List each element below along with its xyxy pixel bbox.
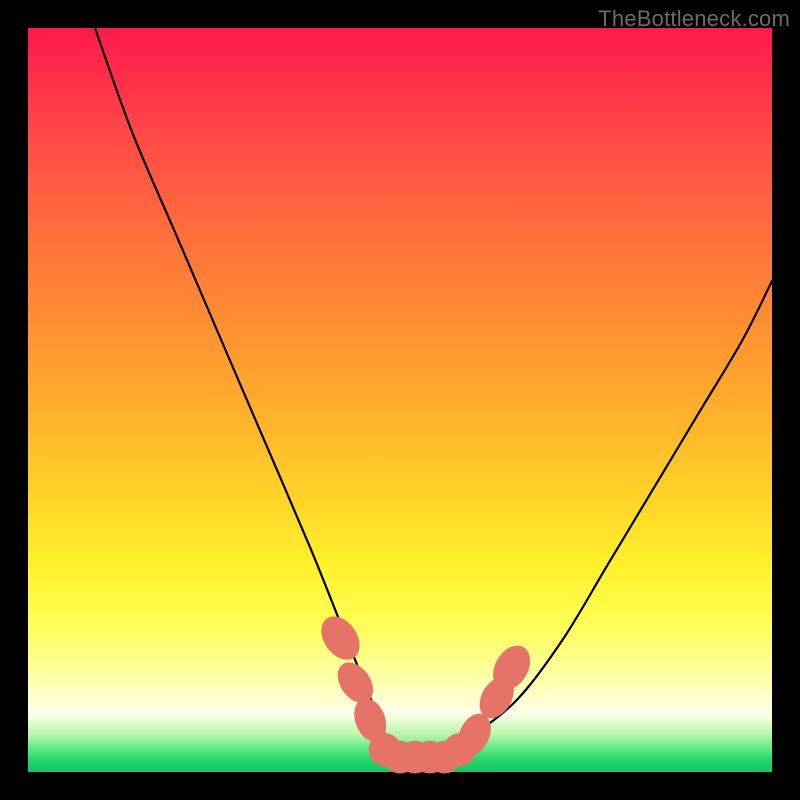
plot-area — [28, 28, 772, 772]
chart-svg — [28, 28, 772, 772]
watermark-text: TheBottleneck.com — [598, 6, 790, 32]
markers-group — [313, 609, 537, 773]
curve-marker — [313, 609, 367, 667]
outer-frame: TheBottleneck.com — [0, 0, 800, 800]
bottleneck-curve — [95, 28, 772, 759]
